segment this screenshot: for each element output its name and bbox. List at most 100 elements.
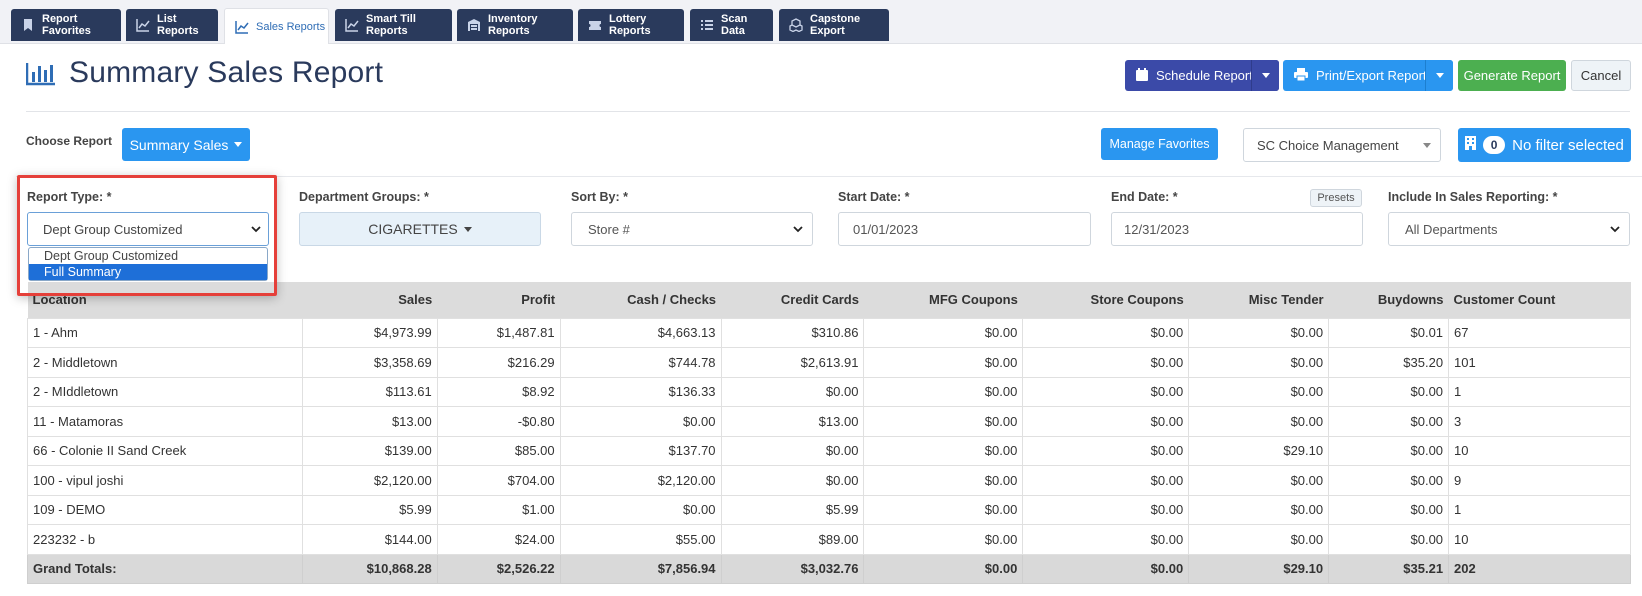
table-cell: $4,663.13 <box>559 317 722 348</box>
grand-totals-row: Grand Totals: $10,868.28 $2,526.22 $7,856.9… <box>27 553 1631 584</box>
caret-down-icon <box>1423 143 1431 148</box>
report-type-select[interactable]: Dept Group Customized <box>27 212 269 246</box>
table-row: 2 - MIddletown $113.61 $8.92 $136.33 $0.00 $0… <box>27 376 1631 407</box>
table-cell: 1 <box>1448 494 1631 525</box>
tab-list-reports[interactable]: List Reports <box>126 9 218 41</box>
column-header[interactable]: Buydowns <box>1329 282 1449 318</box>
table-cell: $24.00 <box>436 524 561 555</box>
table-cell: 1 - Ahm <box>27 317 303 348</box>
report-type-label: Report Type: * <box>27 190 112 204</box>
start-date-label: Start Date: * <box>838 190 910 204</box>
warehouse-icon <box>467 18 481 32</box>
table-cell: $7,856.94 <box>559 553 722 584</box>
column-header[interactable]: Store Coupons <box>1023 282 1189 318</box>
ticket-icon <box>588 18 602 32</box>
table-cell: 2 - Middletown <box>27 347 303 378</box>
table-cell: $113.61 <box>301 376 438 407</box>
table-cell: $13.00 <box>301 406 438 437</box>
column-header[interactable]: MFG Coupons <box>864 282 1023 318</box>
table-cell: $0.00 <box>1188 524 1330 555</box>
table-cell: $13.00 <box>720 406 865 437</box>
column-header[interactable]: Customer Count <box>1449 282 1631 318</box>
tab-label: Capstone Export <box>810 13 861 37</box>
sort-by-select[interactable]: Store # <box>571 212 813 246</box>
report-type-options: Dept Group Customized Full Summary <box>28 247 268 281</box>
department-groups-value: CIGARETTES <box>368 221 458 237</box>
summary-sales-table: Location Sales Profit Cash / Checks Cred… <box>27 282 1631 584</box>
table-cell: $0.00 <box>1188 406 1330 437</box>
table-cell: 100 - vipul joshi <box>27 465 303 496</box>
table-cell: $2,120.00 <box>301 465 438 496</box>
table-cell: 9 <box>1448 465 1631 496</box>
table-cell: $0.00 <box>1022 435 1190 466</box>
store-select[interactable]: SC Choice Management <box>1243 128 1441 162</box>
cancel-button[interactable]: Cancel <box>1571 60 1631 91</box>
table-cell: 10 <box>1448 435 1631 466</box>
table-cell: $4,973.99 <box>301 317 438 348</box>
department-groups-label: Department Groups: * <box>299 190 429 204</box>
table-cell: $0.00 <box>1188 465 1330 496</box>
report-type-option-selected[interactable]: Full Summary <box>29 264 267 280</box>
summary-sales-dropdown[interactable]: Summary Sales <box>122 128 250 161</box>
column-header[interactable]: Sales <box>302 282 437 318</box>
table-cell: $0.00 <box>1022 376 1190 407</box>
tab-sales-reports[interactable]: Sales Reports <box>224 8 329 44</box>
list-icon <box>700 18 714 32</box>
tab-report-favorites[interactable]: Report Favorites <box>11 9 121 41</box>
column-header[interactable]: Credit Cards <box>721 282 864 318</box>
tab-label: Sales Reports <box>256 20 326 33</box>
report-type-option[interactable]: Dept Group Customized <box>29 248 267 264</box>
start-date-value: 01/01/2023 <box>853 221 919 237</box>
table-cell: $55.00 <box>559 524 722 555</box>
table-cell: $0.00 <box>863 553 1024 584</box>
tab-smart-till-reports[interactable]: Smart Till Reports <box>335 9 452 41</box>
generate-report-button[interactable]: Generate Report <box>1458 60 1566 91</box>
column-header[interactable]: Misc Tender <box>1189 282 1329 318</box>
printer-icon <box>1294 67 1308 84</box>
tab-capstone-export[interactable]: Capstone Export <box>779 9 889 41</box>
table-cell: $744.78 <box>559 347 722 378</box>
print-dropdown-toggle[interactable] <box>1425 60 1453 91</box>
store-select-value: SC Choice Management <box>1257 137 1399 153</box>
department-groups-dropdown[interactable]: CIGARETTES <box>299 212 541 246</box>
table-cell: $5.99 <box>301 494 438 525</box>
sort-by-value: Store # <box>588 221 630 237</box>
table-row: 223232 - b $144.00 $24.00 $55.00 $89.00 $0.00… <box>27 524 1631 555</box>
end-date-label: End Date: * <box>1111 190 1178 204</box>
table-cell: $3,358.69 <box>301 347 438 378</box>
table-cell: 109 - DEMO <box>27 494 303 525</box>
table-cell: 10 <box>1448 524 1631 555</box>
tab-lottery-reports[interactable]: Lottery Reports <box>578 9 684 41</box>
table-cell: $0.00 <box>1022 317 1190 348</box>
table-cell: $85.00 <box>436 435 561 466</box>
table-cell: $0.00 <box>863 347 1024 378</box>
choose-report-label: Choose Report <box>26 134 113 148</box>
table-cell: $0.00 <box>863 435 1024 466</box>
cubes-icon <box>789 18 803 32</box>
tab-label: List Reports <box>157 13 199 37</box>
include-sales-label: Include In Sales Reporting: * <box>1388 190 1558 204</box>
store-filter-button[interactable]: 0 No filter selected <box>1458 128 1631 162</box>
tab-label: Scan Data <box>721 13 748 37</box>
table-cell: $0.00 <box>1188 317 1330 348</box>
caret-down-icon <box>234 142 243 147</box>
tab-inventory-reports[interactable]: Inventory Reports <box>457 9 573 41</box>
table-cell: $0.00 <box>1328 465 1450 496</box>
column-header[interactable]: Cash / Checks <box>560 282 721 318</box>
schedule-dropdown-toggle[interactable] <box>1251 60 1279 91</box>
presets-button[interactable]: Presets <box>1310 189 1362 207</box>
tab-scan-data[interactable]: Scan Data <box>690 9 773 41</box>
manage-favorites-button[interactable]: Manage Favorites <box>1101 128 1218 160</box>
table-cell: 202 <box>1448 553 1631 584</box>
line-chart-icon <box>345 18 359 32</box>
table-cell: $0.00 <box>863 465 1024 496</box>
include-sales-select[interactable]: All Departments <box>1388 212 1630 246</box>
column-header[interactable]: Profit <box>437 282 560 318</box>
table-cell: $0.00 <box>1022 494 1190 525</box>
end-date-input[interactable]: 12/31/2023 <box>1111 212 1363 246</box>
column-header[interactable]: Location <box>28 282 303 318</box>
table-cell: $144.00 <box>301 524 438 555</box>
table-cell: 101 <box>1448 347 1631 378</box>
start-date-input[interactable]: 01/01/2023 <box>838 212 1091 246</box>
table-cell: $29.10 <box>1188 553 1330 584</box>
